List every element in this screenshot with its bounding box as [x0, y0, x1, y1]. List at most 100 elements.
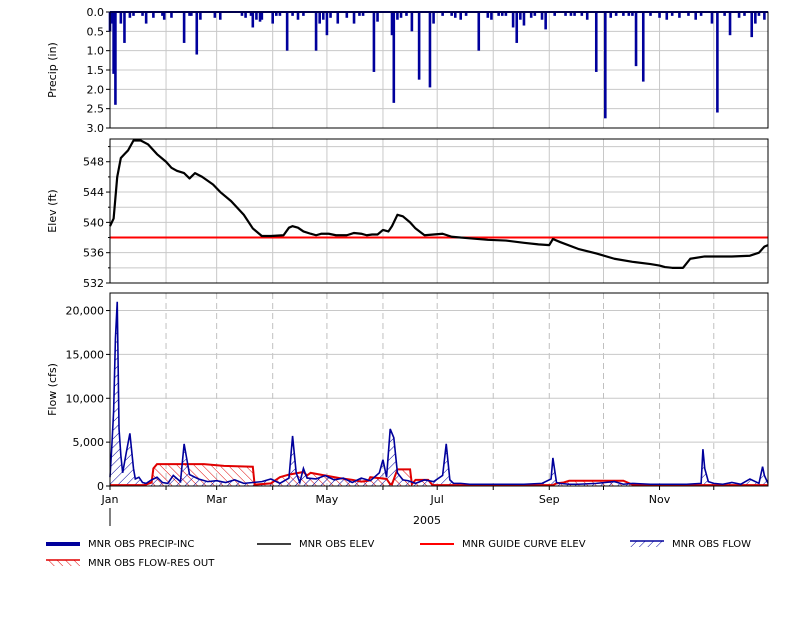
- precip-bar: [162, 12, 166, 20]
- precip-bar: [511, 12, 515, 28]
- precip-bar: [763, 12, 766, 20]
- precip-bar: [490, 12, 493, 20]
- legend-label-elev: MNR OBS ELEV: [299, 538, 375, 550]
- precip-bar: [728, 12, 732, 36]
- precip-ytick-label: 1.0: [87, 45, 105, 58]
- precip-bar: [376, 12, 379, 22]
- precip-bar: [594, 12, 598, 72]
- elev-ytick-label: 544: [83, 186, 104, 199]
- x-tick-label: Jul: [430, 493, 444, 506]
- precip-bar: [251, 12, 255, 28]
- precip-bar: [182, 12, 186, 43]
- precip-bar: [114, 12, 117, 105]
- flow-ytick-label: 15,000: [66, 348, 105, 361]
- precip-bar: [144, 12, 148, 24]
- flow-ytick-label: 20,000: [66, 305, 105, 318]
- hydrograph-chart: 0.0 0.5 1.0 1.5 2.0 2.5 3.0 Precip (in) 532 536 54…: [46, 6, 769, 527]
- elev-ytick-label: 536: [83, 247, 104, 260]
- precip-ytick-label: 2.0: [87, 83, 105, 96]
- legend-swatch-guide: [420, 543, 454, 545]
- elev-ytick-label: 540: [83, 216, 104, 229]
- precip-bar: [641, 12, 645, 82]
- legend-item-elev: MNR OBS ELEV: [257, 537, 374, 551]
- elev-frame: [109, 138, 769, 284]
- legend-swatch-precip: [46, 542, 80, 546]
- precip-bar: [754, 12, 757, 24]
- precip-bar: [410, 12, 414, 32]
- precip-bar: [710, 12, 714, 24]
- precip-bar: [352, 12, 356, 24]
- precip-bar: [218, 12, 222, 20]
- elev-ytick-label: 532: [83, 277, 104, 290]
- precip-bar: [750, 12, 754, 38]
- precip-bar: [522, 12, 526, 26]
- precip-ytick-label: 1.5: [87, 64, 105, 77]
- precip-ylabel: Precip (in): [46, 42, 59, 98]
- x-tick-label: Mar: [206, 493, 227, 506]
- precip-bar: [428, 12, 432, 88]
- precip-bar: [195, 12, 199, 55]
- legend-label-precip: MNR OBS PRECIP-INC: [88, 538, 195, 550]
- precip-bar: [392, 12, 396, 103]
- precip-bar: [544, 12, 547, 30]
- legend: MNR OBS PRECIP-INC MNR OBS ELEV MNR GUID…: [0, 535, 800, 575]
- legend-label-flow: MNR OBS FLOW: [672, 538, 752, 550]
- x-tick-label: Jan: [101, 493, 119, 506]
- precip-bar: [716, 12, 719, 113]
- precip-bar: [325, 12, 329, 36]
- precip-bar: [665, 12, 669, 20]
- precip-bar: [336, 12, 340, 24]
- legend-item-resout: MNR OBS FLOW-RES OUT: [46, 556, 214, 570]
- precip-bar: [432, 12, 435, 24]
- elev-line: [109, 139, 769, 269]
- legend-label-resout: MNR OBS FLOW-RES OUT: [88, 557, 215, 569]
- precip-ytick-label: 0.0: [87, 6, 105, 19]
- precip-bar: [604, 12, 607, 119]
- precip-bar: [322, 12, 325, 20]
- x-tick-label: May: [316, 493, 339, 506]
- precip-bar: [285, 12, 289, 51]
- precip-bar: [271, 12, 274, 24]
- flow-frame: [109, 292, 769, 487]
- legend-item-flow: MNR OBS FLOW: [630, 537, 751, 551]
- precip-bar: [634, 12, 638, 67]
- precip-bar: [199, 12, 202, 20]
- flow-ytick-label: 10,000: [66, 392, 105, 405]
- legend-label-guide: MNR GUIDE CURVE ELEV: [462, 538, 586, 550]
- precip-bar: [396, 12, 399, 20]
- x-tick-label: Sep: [539, 493, 560, 506]
- x-year-label: 2005: [413, 514, 441, 527]
- precip-ytick-label: 3.0: [87, 122, 105, 135]
- legend-item-guide: MNR GUIDE CURVE ELEV: [420, 537, 586, 551]
- precip-bar: [123, 12, 126, 43]
- precip-ytick-label: 2.5: [87, 103, 105, 116]
- precip-bar: [318, 12, 321, 24]
- precip-bar: [459, 12, 462, 20]
- precip-bar: [314, 12, 318, 51]
- precip-bar: [119, 12, 123, 24]
- flow-line: [109, 301, 769, 486]
- precip-bar: [260, 12, 264, 20]
- flow-ylabel: Flow (cfs): [46, 363, 59, 416]
- precip-bar: [296, 12, 300, 20]
- legend-item-precip: MNR OBS PRECIP-INC: [46, 537, 194, 551]
- precip-ytick-label: 0.5: [87, 25, 105, 38]
- flow-ytick-label: 0: [97, 480, 104, 493]
- elev-ylabel: Elev (ft): [46, 189, 59, 232]
- precip-bar: [477, 12, 481, 51]
- precip-bar: [585, 12, 589, 20]
- precip-bar: [372, 12, 376, 72]
- precip-bar: [540, 12, 544, 20]
- legend-swatch-elev: [257, 543, 291, 545]
- precip-bar: [417, 12, 421, 80]
- elev-ytick-label: 548: [83, 156, 104, 169]
- precip-bar: [694, 12, 697, 20]
- flow-area: [110, 301, 768, 486]
- precip-bar: [255, 12, 258, 20]
- precip-bar: [519, 12, 522, 20]
- flow-ytick-label: 5,000: [73, 436, 105, 449]
- legend-swatch-resout: [46, 559, 80, 566]
- legend-swatch-flow: [630, 540, 664, 547]
- x-tick-label: Nov: [649, 493, 671, 506]
- precip-bar: [515, 12, 519, 43]
